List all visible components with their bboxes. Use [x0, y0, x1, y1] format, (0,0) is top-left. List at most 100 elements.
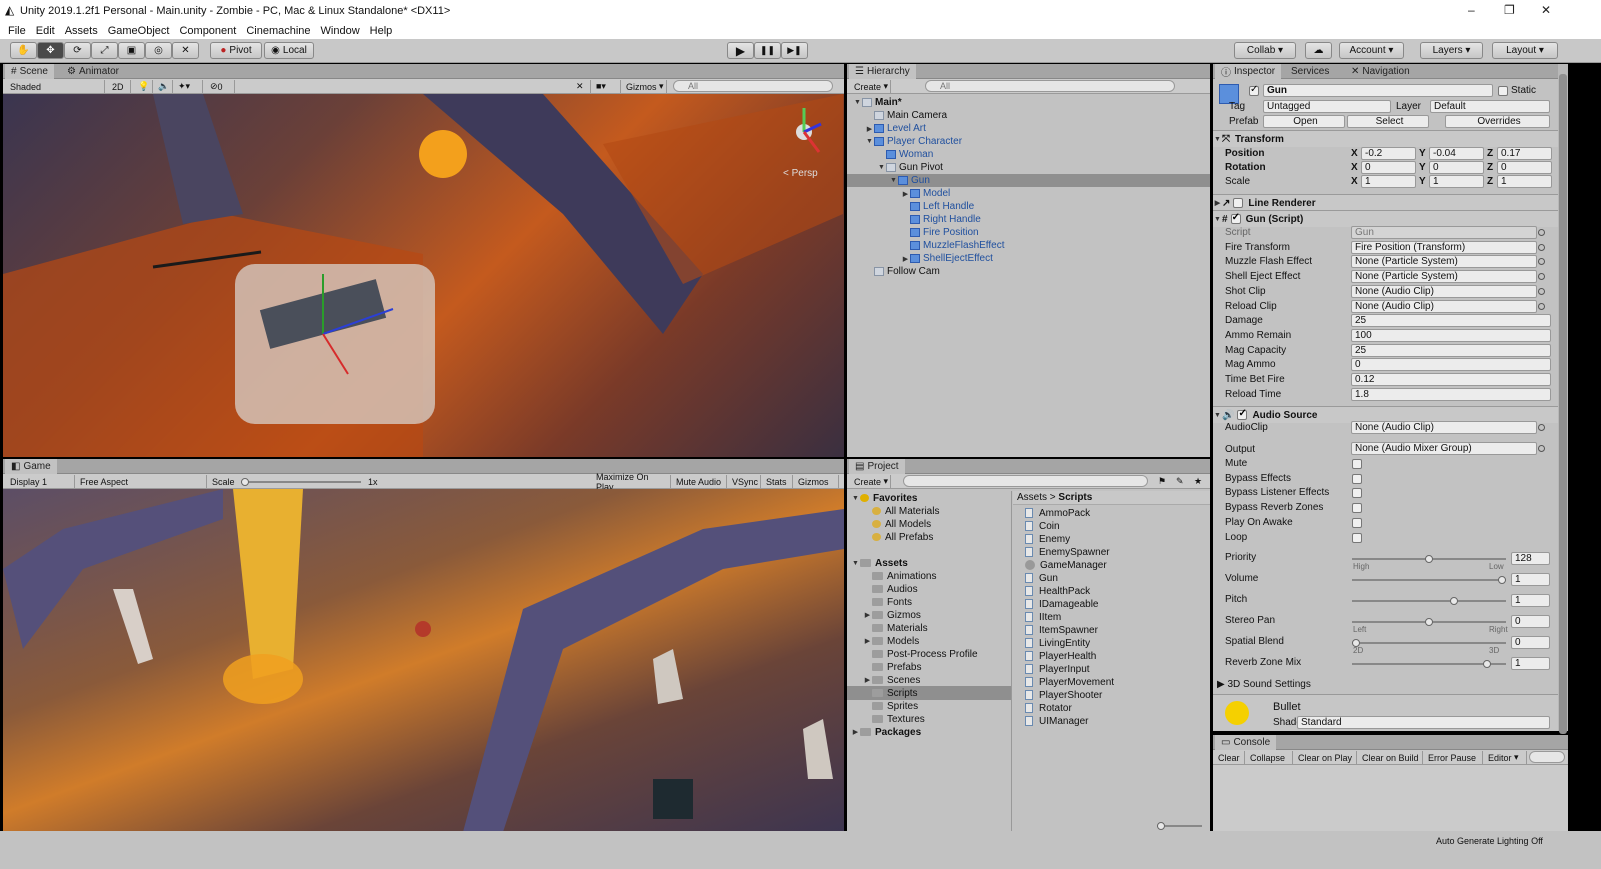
audio-slider-track[interactable]: [1352, 576, 1506, 584]
audio-checkbox[interactable]: [1352, 473, 1362, 484]
minimize-icon[interactable]: –: [1468, 3, 1475, 17]
hierarchy-row[interactable]: ▼ Player Character: [847, 135, 1210, 148]
menu-cinemachine[interactable]: Cinemachine: [246, 25, 310, 37]
output-picker-icon[interactable]: [1538, 445, 1545, 452]
hierarchy-row[interactable]: Follow Cam: [847, 265, 1210, 278]
scene-viewport[interactable]: < Persp: [3, 94, 844, 457]
step-button[interactable]: ▶❚: [781, 42, 808, 59]
hierarchy-row[interactable]: ▼ Gun: [847, 174, 1210, 187]
console-editor-dropdown[interactable]: Editor ▾: [1485, 751, 1527, 764]
stats-toggle[interactable]: Stats: [763, 475, 793, 488]
gun-field-value[interactable]: 0: [1351, 358, 1551, 372]
prefab-open-button[interactable]: Open: [1263, 115, 1345, 128]
script-file[interactable]: EnemySpawner: [1013, 545, 1210, 559]
line-renderer-checkbox[interactable]: [1233, 198, 1244, 208]
audio-slider-knob[interactable]: [1483, 660, 1492, 668]
line-renderer-fold-icon[interactable]: ▶: [1213, 199, 1222, 207]
2d-toggle[interactable]: 2D: [109, 80, 131, 93]
menu-component[interactable]: Component: [179, 25, 236, 37]
audio-slider-value[interactable]: 1: [1511, 594, 1550, 607]
play-button[interactable]: ▶: [727, 42, 754, 59]
scale-slider[interactable]: [241, 478, 361, 486]
rotate-tool-icon[interactable]: ⟳: [64, 42, 91, 59]
audio-source-fold-icon[interactable]: ▼: [1213, 412, 1222, 419]
menu-gameobject[interactable]: GameObject: [108, 25, 170, 37]
scale-slider-knob[interactable]: [241, 478, 249, 486]
gun-field-value[interactable]: Fire Position (Transform): [1351, 240, 1537, 254]
folder-item[interactable]: Prefabs: [847, 660, 1011, 674]
hierarchy-row[interactable]: Woman: [847, 148, 1210, 161]
close-icon[interactable]: ✕: [1541, 3, 1551, 17]
script-file[interactable]: IItem: [1013, 610, 1210, 624]
favorite-item[interactable]: All Models: [847, 517, 1011, 531]
console-clear-button[interactable]: Clear: [1215, 751, 1245, 764]
sound3d-foldout[interactable]: ▶ 3D Sound Settings: [1217, 679, 1311, 690]
tab-game[interactable]: ◧ Game: [5, 459, 57, 474]
layout-dropdown[interactable]: Layout ▾: [1492, 42, 1558, 59]
hierarchy-row[interactable]: Fire Position: [847, 226, 1210, 239]
audio-slider-track[interactable]: [1352, 597, 1506, 605]
fold-arrow-icon[interactable]: ▼: [889, 177, 898, 184]
folder-item[interactable]: ▶ Models: [847, 634, 1011, 648]
hierarchy-row[interactable]: ▶ Model: [847, 187, 1210, 200]
script-file[interactable]: PlayerShooter: [1013, 688, 1210, 702]
output-field[interactable]: None (Audio Mixer Group): [1351, 442, 1537, 455]
script-file[interactable]: UIManager: [1013, 714, 1210, 728]
folder-item[interactable]: Sprites: [847, 699, 1011, 713]
menu-file[interactable]: File: [8, 25, 26, 37]
fold-arrow-icon[interactable]: ▶: [863, 611, 872, 619]
favorite-item[interactable]: All Materials: [847, 504, 1011, 518]
prefab-overrides-dropdown[interactable]: Overrides: [1445, 115, 1550, 128]
fold-arrow-icon[interactable]: ▶: [901, 190, 910, 198]
hierarchy-row[interactable]: Main Camera: [847, 109, 1210, 122]
object-picker-icon[interactable]: [1538, 273, 1545, 281]
console-clear-on-build-button[interactable]: Clear on Build: [1359, 751, 1423, 764]
breadcrumb-scripts[interactable]: Scripts: [1058, 492, 1092, 503]
icon-size-slider[interactable]: [1157, 822, 1202, 830]
fold-arrow-icon[interactable]: ▶: [863, 637, 872, 645]
active-checkbox[interactable]: [1249, 84, 1259, 96]
breadcrumb-assets[interactable]: Assets: [1017, 492, 1047, 503]
effects-icon[interactable]: ✦▾: [175, 80, 203, 93]
gizmos-dropdown[interactable]: Gizmos ▾: [623, 80, 667, 93]
hierarchy-row[interactable]: Right Handle: [847, 213, 1210, 226]
transform-header[interactable]: ▼ ⤧ Transform: [1213, 130, 1558, 147]
object-picker-icon[interactable]: [1538, 243, 1545, 251]
gun-field-value[interactable]: None (Audio Clip): [1351, 284, 1537, 298]
tag-dropdown[interactable]: Untagged: [1263, 100, 1391, 113]
folder-item[interactable]: Materials: [847, 621, 1011, 635]
gun-field-value[interactable]: None (Audio Clip): [1351, 299, 1537, 313]
fold-arrow-icon[interactable]: ▼: [877, 164, 886, 171]
custom-tool-icon[interactable]: ✕: [172, 42, 199, 59]
script-file[interactable]: Rotator: [1013, 701, 1210, 715]
folder-item[interactable]: Animations: [847, 569, 1011, 583]
audio-checkbox[interactable]: [1352, 517, 1362, 528]
menu-assets[interactable]: Assets: [65, 25, 98, 37]
move-tool-icon[interactable]: ✥: [37, 42, 64, 59]
hierarchy-row[interactable]: ▼ Main*: [847, 96, 1210, 109]
audio-checkbox[interactable]: [1352, 488, 1362, 499]
line-renderer-header[interactable]: ▶ ↗ Line Renderer: [1213, 194, 1558, 211]
project-create-dropdown[interactable]: Create ▾: [851, 475, 891, 488]
hierarchy-row[interactable]: Left Handle: [847, 200, 1210, 213]
audio-slider-knob[interactable]: [1425, 555, 1433, 563]
scale-y-field[interactable]: 1: [1429, 175, 1484, 188]
lighting-status[interactable]: Auto Generate Lighting Off: [1436, 836, 1543, 846]
perspective-label[interactable]: < Persp: [783, 168, 818, 179]
static-checkbox[interactable]: [1498, 86, 1508, 96]
rect-tool-icon[interactable]: ▣: [118, 42, 145, 59]
camera-icon[interactable]: ■▾: [593, 80, 621, 93]
script-file[interactable]: AmmoPack: [1013, 506, 1210, 520]
tab-navigation[interactable]: ✕ Navigation: [1345, 64, 1416, 79]
hierarchy-search-input[interactable]: All: [925, 80, 1175, 92]
audio-checkbox[interactable]: [1352, 459, 1362, 469]
prefab-select-button[interactable]: Select: [1347, 115, 1429, 128]
tab-console[interactable]: ▭ Console: [1215, 735, 1277, 750]
hand-tool-icon[interactable]: ✋: [10, 42, 37, 59]
gun-field-value[interactable]: 1.8: [1351, 387, 1551, 401]
scale-z-field[interactable]: 1: [1497, 175, 1552, 188]
script-file[interactable]: Gun: [1013, 571, 1210, 585]
script-file[interactable]: PlayerMovement: [1013, 675, 1210, 689]
scene-orientation-gizmo[interactable]: [779, 102, 829, 162]
audio-slider-track[interactable]: [1352, 660, 1506, 668]
